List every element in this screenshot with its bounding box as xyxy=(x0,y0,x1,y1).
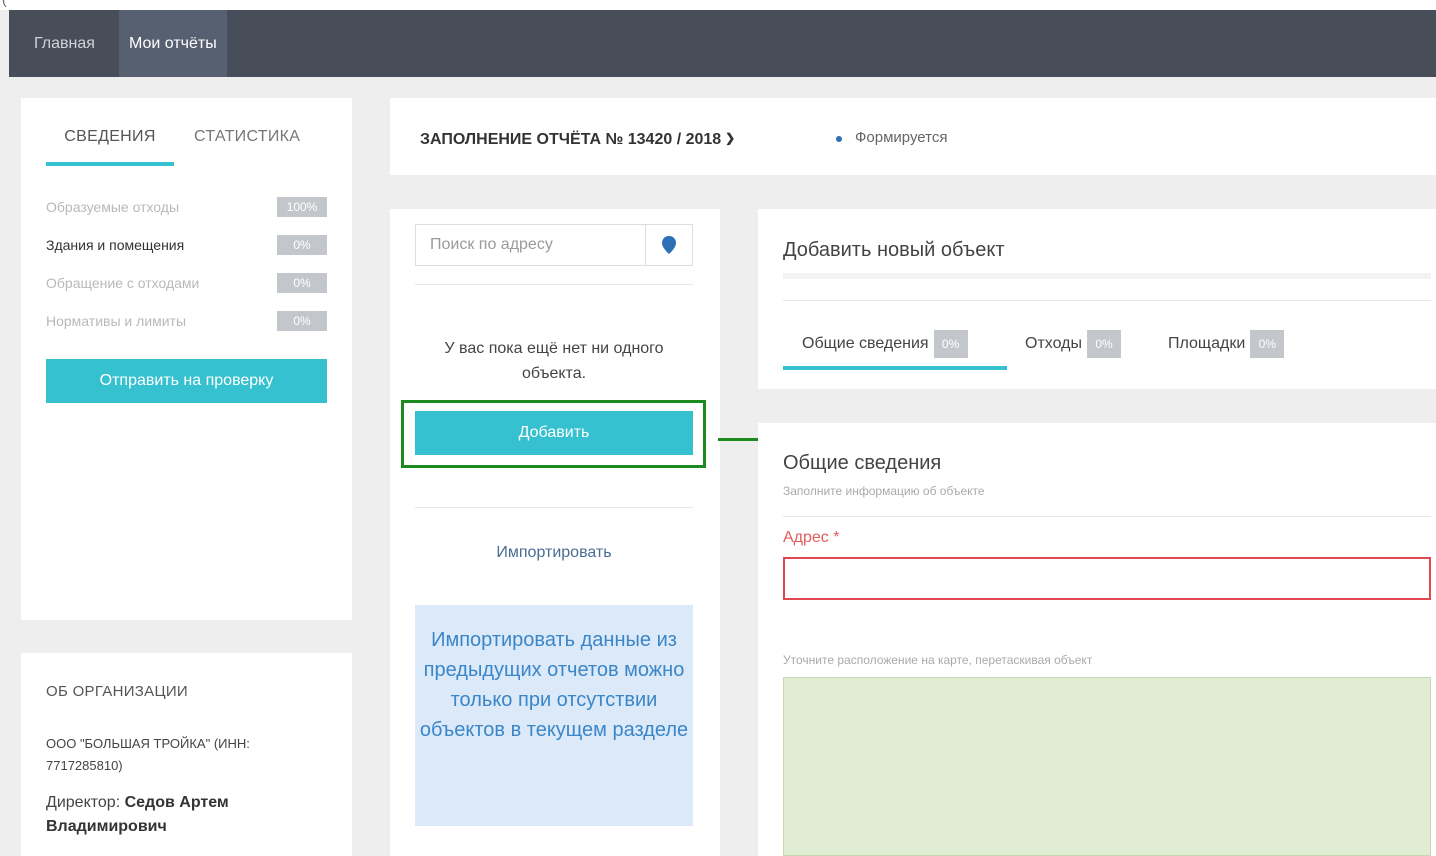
add-object-button[interactable]: Добавить xyxy=(415,411,693,455)
org-title: ОБ ОРГАНИЗАЦИИ xyxy=(46,683,189,700)
location-map[interactable] xyxy=(783,677,1431,856)
tab-percent-badge: 0% xyxy=(1086,330,1121,358)
general-info-form: Общие сведения Заполните информацию об о… xyxy=(758,423,1436,856)
org-director: Директор: Седов Артем Владимирович xyxy=(46,791,316,839)
progress-badge: 100% xyxy=(277,197,327,217)
search-input[interactable] xyxy=(416,225,648,265)
divider xyxy=(783,300,1431,301)
add-object-title: Добавить новый объект xyxy=(783,239,1005,261)
required-mark: * xyxy=(833,529,840,546)
report-title-dropdown[interactable]: ЗАПОЛНЕНИЕ ОТЧЁТА № 13420 / 2018 ❯ xyxy=(420,131,735,149)
tab-percent-badge: 0% xyxy=(933,330,968,358)
nav-my-reports[interactable]: Мои отчёты xyxy=(119,10,227,77)
report-title: ЗАПОЛНЕНИЕ ОТЧЁТА № 13420 / 2018 xyxy=(420,131,722,148)
progress-item-buildings[interactable]: Здания и помещения 0% xyxy=(46,235,327,255)
org-name: ООО "БОЛЬШАЯ ТРОЙКА" (ИНН: 7717285810) xyxy=(46,736,250,773)
top-strip: ( xyxy=(0,0,1436,10)
title-divider xyxy=(783,273,1431,279)
tab-general-info[interactable]: Общие сведения 0% xyxy=(802,330,968,358)
progress-label: Образуемые отходы xyxy=(46,199,180,215)
map-hint: Уточните расположение на карте, перетаск… xyxy=(783,653,1093,667)
progress-badge: 0% xyxy=(277,311,327,331)
report-header: ЗАПОЛНЕНИЕ ОТЧЁТА № 13420 / 2018 ❯ Формир… xyxy=(390,98,1436,175)
tab-statistics[interactable]: СТАТИСТИКА xyxy=(194,128,300,146)
empty-objects-message: У вас пока ещё нет ни одного объекта. xyxy=(444,340,664,382)
tab-label: Общие сведения xyxy=(802,335,929,353)
progress-item-generated-waste[interactable]: Образуемые отходы 100% xyxy=(46,197,327,217)
progress-badge: 0% xyxy=(277,235,327,255)
tab-label: Площадки xyxy=(1168,335,1246,353)
tab-info[interactable]: СВЕДЕНИЯ xyxy=(46,128,174,166)
status-text: Формируется xyxy=(855,129,948,146)
tab-waste[interactable]: Отходы 0% xyxy=(1025,330,1121,358)
map-pin-icon xyxy=(662,236,676,254)
cropped-glyph: ( xyxy=(2,0,7,7)
progress-item-waste-handling[interactable]: Обращение с отходами 0% xyxy=(46,273,327,293)
tab-percent-badge: 0% xyxy=(1250,330,1285,358)
nav-home[interactable]: Главная xyxy=(34,10,95,77)
form-title: Общие сведения xyxy=(783,452,942,474)
import-link[interactable]: Импортировать xyxy=(415,544,693,562)
objects-panel: У вас пока ещё нет ни одного объекта. До… xyxy=(390,209,720,856)
address-search xyxy=(415,224,693,266)
divider xyxy=(415,507,693,508)
info-panel: СВЕДЕНИЯ СТАТИСТИКА Образуемые отходы 10… xyxy=(21,98,352,620)
address-label-text: Адрес xyxy=(783,529,829,546)
divider xyxy=(783,516,1431,517)
organization-panel: ОБ ОРГАНИЗАЦИИ ООО "БОЛЬШАЯ ТРОЙКА" (ИНН… xyxy=(21,653,352,856)
progress-item-norms[interactable]: Нормативы и лимиты 0% xyxy=(46,311,327,331)
address-label: Адрес * xyxy=(783,529,840,547)
top-navbar: Главная Мои отчёты xyxy=(9,10,1436,77)
progress-label: Обращение с отходами xyxy=(46,275,200,291)
add-object-panel: Добавить новый объект Общие сведения 0% О… xyxy=(758,209,1436,389)
import-info-note: Импортировать данные из предыдущих отчет… xyxy=(415,605,693,826)
director-label: Директор: xyxy=(46,794,121,811)
send-for-review-button[interactable]: Отправить на проверку xyxy=(46,359,327,403)
status-dot-icon xyxy=(836,136,842,142)
progress-label: Нормативы и лимиты xyxy=(46,313,187,329)
chevron-down-icon: ❯ xyxy=(725,131,736,145)
tab-sites[interactable]: Площадки 0% xyxy=(1168,330,1285,358)
map-pin-button[interactable] xyxy=(645,225,692,265)
tab-label: Отходы xyxy=(1025,335,1082,353)
active-tab-underline xyxy=(783,366,1007,370)
progress-label: Здания и помещения xyxy=(46,237,185,253)
form-subtitle: Заполните информацию об объекте xyxy=(783,484,985,498)
progress-badge: 0% xyxy=(277,273,327,293)
address-field[interactable] xyxy=(783,557,1431,600)
divider xyxy=(415,284,693,285)
